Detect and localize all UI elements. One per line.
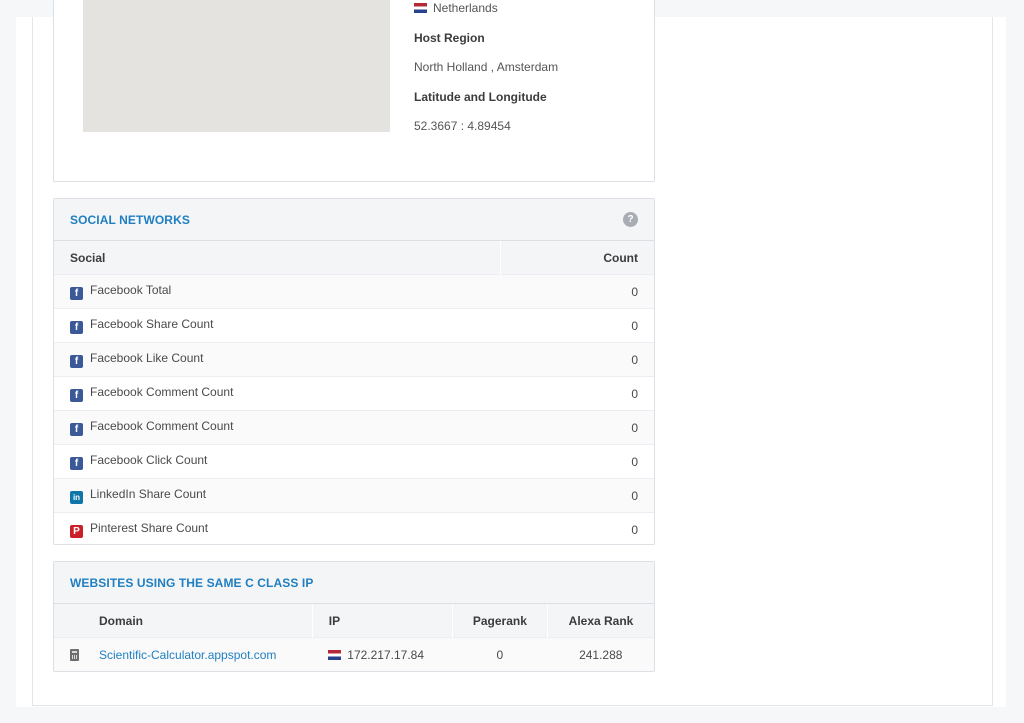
- social-networks-title: SOCIAL NETWORKS: [70, 212, 190, 227]
- social-count: 0: [500, 376, 654, 411]
- ip-column-header[interactable]: IP: [311, 604, 453, 638]
- facebook-icon: f: [70, 457, 83, 470]
- social-count: 0: [500, 342, 654, 377]
- social-count: 0: [500, 308, 654, 343]
- social-label: Facebook Comment Count: [90, 385, 234, 399]
- social-label: Pinterest Share Count: [90, 521, 209, 535]
- alexa-column-header[interactable]: Alexa Rank: [547, 604, 654, 638]
- social-column-header[interactable]: Social: [54, 241, 501, 275]
- facebook-icon: f: [70, 423, 83, 436]
- calculator-icon: [70, 648, 79, 661]
- location-map[interactable]: [83, 0, 390, 132]
- location-panel: Netherlands Host Region North Holland , …: [53, 0, 655, 182]
- table-row: in LinkedIn Share Count 0: [54, 478, 654, 513]
- table-row: f Facebook Comment Count 0: [54, 376, 654, 411]
- pagerank-value: 0: [452, 637, 548, 671]
- social-count: 0: [500, 444, 654, 479]
- social-count: 0: [500, 410, 654, 445]
- social-networks-panel: SOCIAL NETWORKS ? Social Count f Facebook…: [53, 198, 655, 546]
- social-label: Facebook Share Count: [90, 317, 214, 331]
- social-count: 0: [500, 512, 654, 546]
- social-count: 0: [500, 478, 654, 513]
- pinterest-icon: P: [70, 525, 83, 538]
- latlng-label: Latitude and Longitude: [414, 90, 547, 104]
- ip-value: 172.217.17.84: [347, 647, 425, 662]
- social-table: Social Count f Facebook Total 0 f Facebook…: [54, 241, 654, 546]
- table-row: Scientific-Calculator.appspot.com 172.21…: [54, 637, 654, 671]
- facebook-icon: f: [70, 389, 83, 402]
- netherlands-flag-icon: [414, 3, 427, 13]
- social-label: Facebook Click Count: [90, 453, 208, 467]
- facebook-icon: f: [70, 287, 83, 300]
- social-count: 0: [500, 274, 654, 309]
- latlng-value: 52.3667 : 4.89454: [414, 119, 511, 133]
- icon-column-header: [54, 604, 84, 638]
- country-value: Netherlands: [433, 1, 498, 15]
- domain-link[interactable]: Scientific-Calculator.appspot.com: [99, 648, 276, 662]
- social-label: Facebook Total: [90, 283, 172, 297]
- social-label: LinkedIn Share Count: [90, 487, 207, 501]
- domain-column-header[interactable]: Domain: [84, 604, 313, 638]
- country-line: Netherlands: [414, 1, 498, 15]
- table-row: f Facebook Comment Count 0: [54, 410, 654, 445]
- host-region-value: North Holland , Amsterdam: [414, 60, 559, 74]
- same-ip-header: WEBSITES USING THE SAME C CLASS IP: [54, 562, 654, 604]
- netherlands-flag-icon: [328, 649, 342, 660]
- table-row: f Facebook Click Count 0: [54, 444, 654, 479]
- pagerank-column-header[interactable]: Pagerank: [451, 604, 548, 638]
- table-row: f Facebook Total 0: [54, 274, 654, 309]
- same-ip-table: Domain IP Pagerank Alexa Rank Scientific…: [54, 604, 654, 671]
- alexa-rank-value: 241.288: [547, 637, 654, 671]
- table-row: P Pinterest Share Count 0: [54, 512, 654, 546]
- same-ip-title: WEBSITES USING THE SAME C CLASS IP: [70, 575, 314, 590]
- table-row: f Facebook Like Count 0: [54, 342, 654, 377]
- social-networks-header: SOCIAL NETWORKS ?: [54, 199, 654, 241]
- same-ip-panel: WEBSITES USING THE SAME C CLASS IP Domai…: [53, 561, 655, 672]
- table-row: f Facebook Share Count 0: [54, 308, 654, 343]
- count-column-header[interactable]: Count: [500, 241, 654, 275]
- facebook-icon: f: [70, 321, 83, 334]
- linkedin-icon: in: [70, 491, 83, 504]
- host-region-label: Host Region: [414, 31, 485, 45]
- social-label: Facebook Like Count: [90, 351, 204, 365]
- social-label: Facebook Comment Count: [90, 419, 234, 433]
- help-icon[interactable]: ?: [623, 212, 638, 227]
- facebook-icon: f: [70, 355, 83, 368]
